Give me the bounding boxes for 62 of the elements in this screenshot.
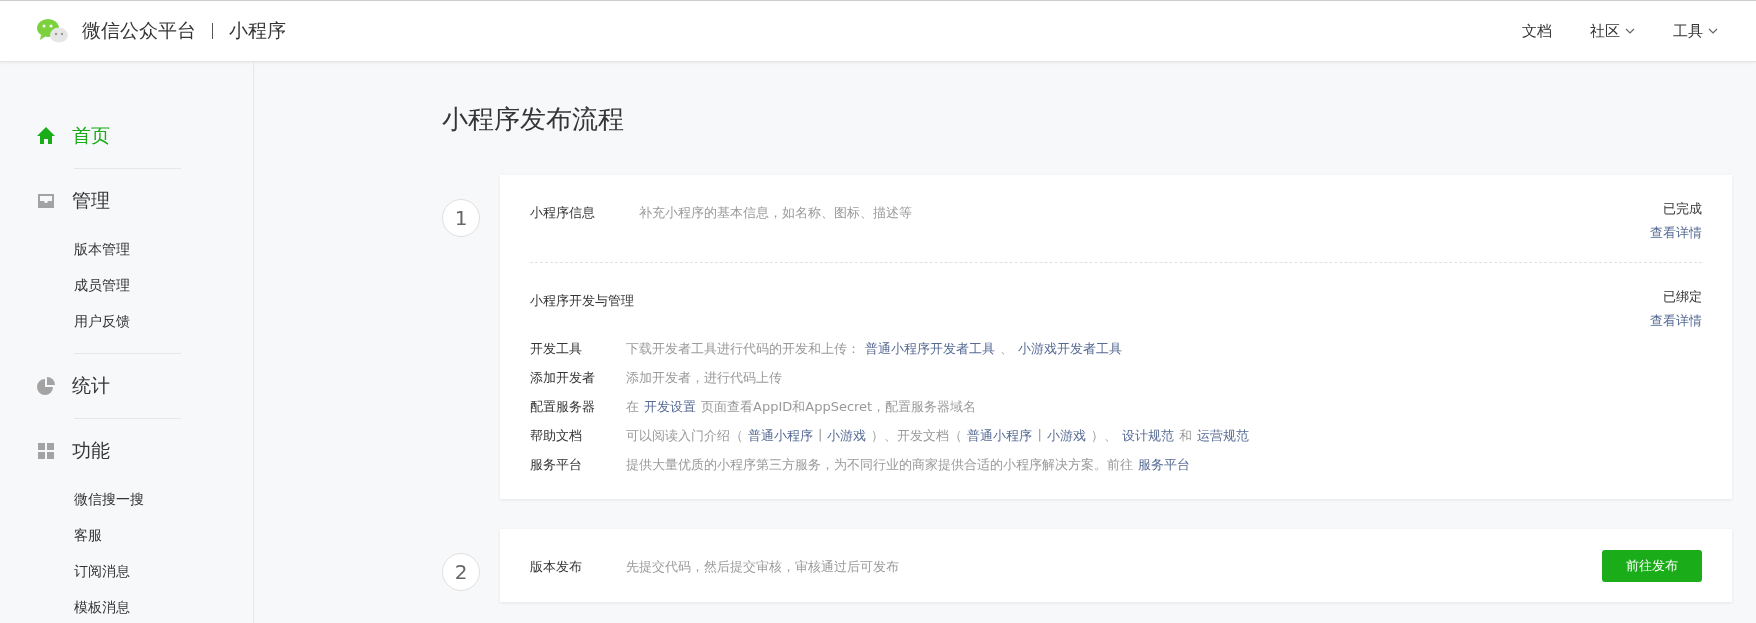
product-name: 小程序 <box>229 18 286 43</box>
section-description: 先提交代码，然后提交审核，审核通过后可发布 <box>626 558 899 576</box>
section-description: 补充小程序的基本信息，如名称、图标、描述等 <box>639 204 912 222</box>
nav-link[interactable]: 工具 <box>1673 21 1718 41</box>
publish-button[interactable]: 前往发布 <box>1602 550 1702 582</box>
doc-link[interactable]: 服务平台 <box>1138 455 1190 474</box>
status-text: 已完成 <box>1663 200 1702 218</box>
tray-icon <box>36 191 56 211</box>
doc-link[interactable]: 小游戏 <box>1046 426 1086 445</box>
sidebar-subitem[interactable]: 模板消息 <box>74 589 130 623</box>
row-text: ）、开发文档（ <box>871 426 963 445</box>
doc-link[interactable]: 普通小程序 <box>967 426 1033 445</box>
chat-bubbles-logo-icon <box>36 17 70 45</box>
row-label: 开发工具 <box>530 339 583 358</box>
row-label: 服务平台 <box>530 455 583 474</box>
row-text: 添加开发者，进行代码上传 <box>626 368 782 387</box>
row-text: ）、 <box>1090 426 1117 445</box>
nav-link[interactable]: 社区 <box>1590 21 1635 41</box>
sidebar-subitem[interactable]: 成员管理 <box>74 267 130 303</box>
details-link[interactable]: 查看详情 <box>1650 224 1702 242</box>
sidebar-item[interactable]: 统计 <box>36 368 253 404</box>
row-label: 配置服务器 <box>530 397 596 416</box>
doc-link[interactable]: 设计规范 <box>1121 426 1174 445</box>
sidebar-subitem[interactable]: 微信搜一搜 <box>74 481 144 517</box>
section-title: 小程序信息 <box>530 204 595 222</box>
step-number: 2 <box>442 553 480 591</box>
step-number: 1 <box>442 199 480 237</box>
row-text: 、 <box>1000 339 1013 358</box>
row-text: 在 <box>626 397 639 416</box>
doc-link[interactable]: 普通小程序 <box>748 426 813 445</box>
doc-link[interactable]: 小游戏 <box>827 426 867 445</box>
row-text: 页面查看AppID和AppSecret，配置服务器域名 <box>701 397 977 416</box>
sidebar-item[interactable]: 功能 <box>36 433 253 469</box>
sidebar-subitem[interactable]: 版本管理 <box>74 231 130 267</box>
nav-link[interactable]: 文档 <box>1522 21 1552 41</box>
row-text: | <box>1037 426 1042 444</box>
row-text: 和 <box>1178 426 1192 445</box>
grid-icon <box>36 441 56 461</box>
section-title: 版本发布 <box>530 558 582 576</box>
doc-link[interactable]: 开发设置 <box>644 397 696 416</box>
details-link[interactable]: 查看详情 <box>1650 312 1702 330</box>
section-title: 小程序开发与管理 <box>530 292 634 310</box>
status-text: 已绑定 <box>1663 288 1702 306</box>
house-icon <box>36 126 56 146</box>
row-text: | <box>818 426 823 444</box>
pie-chart-icon <box>36 376 56 396</box>
sidebar-subitem[interactable]: 订阅消息 <box>74 553 130 589</box>
doc-link[interactable]: 小游戏开发者工具 <box>1018 339 1122 358</box>
row-text: 可以阅读入门介绍（ <box>626 426 743 445</box>
row-text: 下载开发者工具进行代码的开发和上传： <box>626 339 860 358</box>
row-label: 添加开发者 <box>530 368 596 387</box>
caret-icon <box>1625 28 1635 34</box>
row-text: 提供大量优质的小程序第三方服务，为不同行业的商家提供合适的小程序解决方案。前往 <box>626 455 1133 474</box>
sidebar-subitem[interactable]: 用户反馈 <box>74 303 130 339</box>
sidebar-item[interactable]: 管理 <box>36 183 253 219</box>
caret-icon <box>1708 28 1718 34</box>
page-title: 小程序发布流程 <box>442 103 625 136</box>
sidebar-subitem[interactable]: 客服 <box>74 517 102 553</box>
platform-name: 微信公众平台 <box>82 18 196 43</box>
row-label: 帮助文档 <box>530 426 583 445</box>
doc-link[interactable]: 普通小程序开发者工具 <box>865 339 995 358</box>
doc-link[interactable]: 运营规范 <box>1196 426 1249 445</box>
